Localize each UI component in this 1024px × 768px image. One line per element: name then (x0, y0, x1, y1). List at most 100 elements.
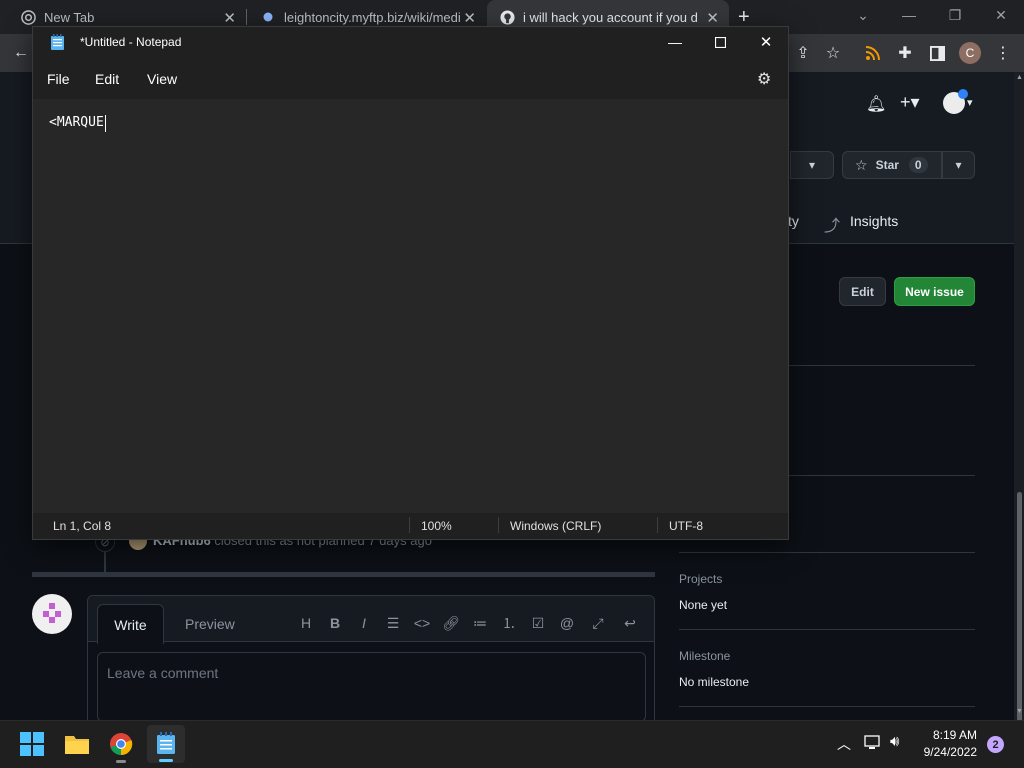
sidebar-divider (679, 706, 975, 707)
reference-icon[interactable]: ⤢ (587, 612, 609, 634)
file-explorer-icon[interactable] (64, 733, 90, 755)
tab-label: i will hack you account if you dor (523, 9, 698, 25)
task-list-icon[interactable]: ☑ (527, 612, 549, 634)
preview-tab[interactable]: Preview (185, 616, 235, 632)
close-window-icon[interactable]: ✕ (978, 0, 1024, 30)
tab-search-chevron-icon[interactable]: ⌄ (840, 0, 886, 30)
notepad-content: <MARQUE (49, 115, 104, 130)
minimize-icon[interactable]: — (886, 0, 932, 30)
clock-date[interactable]: 9/24/2022 (915, 745, 977, 759)
star-button[interactable]: ☆ Star 0 (842, 151, 942, 179)
quote-icon[interactable]: ☰ (382, 612, 404, 634)
status-encoding: UTF-8 (669, 519, 703, 533)
scroll-up-arrow-icon[interactable]: ▲ (1016, 74, 1023, 81)
start-windows-icon[interactable] (20, 732, 44, 756)
status-line-ending: Windows (CRLF) (510, 519, 602, 533)
new-issue-button[interactable]: New issue (894, 277, 975, 306)
github-icon (499, 9, 515, 25)
watch-dropdown-button[interactable]: ▾ (790, 151, 834, 179)
edit-issue-button[interactable]: Edit (839, 277, 886, 306)
notepad-title: *Untitled - Notepad (80, 35, 182, 49)
star-label: Star (875, 158, 899, 172)
notepad-taskbar-button[interactable] (147, 725, 185, 763)
bulleted-list-icon[interactable]: ≔ (469, 612, 491, 634)
create-plus-dropdown-icon[interactable]: +▾ (900, 92, 920, 113)
back-arrow-icon[interactable]: ← (10, 42, 32, 64)
extensions-puzzle-icon[interactable]: ✚ (894, 42, 916, 64)
restore-icon[interactable]: ❐ (932, 0, 978, 30)
page-scrollbar[interactable]: ▲ ▼ (1014, 72, 1024, 722)
status-divider (657, 517, 658, 533)
notepad-minimize-icon[interactable]: — (661, 30, 689, 54)
chrome-taskbar-icon[interactable] (109, 732, 133, 756)
write-tab[interactable]: Write (97, 604, 164, 644)
sidebar-divider (679, 629, 975, 630)
notification-badge[interactable]: 2 (987, 736, 1004, 753)
italic-icon[interactable]: I (353, 612, 375, 634)
notepad-app-icon (51, 34, 64, 50)
milestone-value: No milestone (679, 675, 750, 689)
menu-view[interactable]: View (147, 71, 177, 87)
status-zoom: 100% (421, 519, 452, 533)
heading-icon[interactable]: H (295, 612, 317, 634)
mention-icon[interactable]: @ (556, 612, 578, 634)
notepad-close-icon[interactable]: ✕ (752, 30, 780, 54)
notepad-text-area[interactable]: <MARQUE (33, 99, 788, 513)
text-cursor (105, 115, 106, 132)
bold-icon[interactable]: B (324, 612, 346, 634)
commenter-avatar[interactable] (32, 594, 72, 634)
notepad-title-bar[interactable]: *Untitled - Notepad — ✕ (33, 27, 788, 57)
close-tab-icon[interactable]: ✕ (463, 9, 476, 27)
user-avatar[interactable] (943, 89, 968, 114)
network-icon[interactable] (864, 735, 882, 751)
clock-time[interactable]: 8:19 AM (915, 728, 977, 742)
site-globe-icon (260, 9, 276, 25)
notepad-maximize-icon[interactable] (706, 30, 734, 54)
avatar-dropdown-icon[interactable]: ▾ (967, 96, 973, 109)
status-divider (409, 517, 410, 533)
link-icon[interactable]: 🔗︎ (440, 612, 462, 634)
notepad-settings-gear-icon[interactable]: ⚙ (757, 69, 771, 89)
saved-replies-icon[interactable]: ↩ (619, 612, 641, 634)
star-icon: ☆ (855, 156, 868, 173)
close-tab-icon[interactable]: ✕ (706, 9, 719, 27)
notifications-bell-icon[interactable]: 🔔︎ (866, 94, 886, 114)
close-tab-icon[interactable]: ✕ (223, 9, 236, 27)
running-indicator (116, 760, 126, 763)
nav-insights[interactable]: Insights (850, 213, 898, 229)
numbered-list-icon[interactable]: ⒈ (498, 612, 520, 634)
sidebar-divider (679, 552, 975, 553)
timeline-end-divider (32, 572, 655, 577)
side-panel-icon[interactable] (926, 42, 948, 64)
notepad-window: *Untitled - Notepad — ✕ File Edit View ⚙… (32, 26, 789, 540)
status-position: Ln 1, Col 8 (53, 519, 112, 533)
projects-label[interactable]: Projects (679, 572, 722, 586)
notepad-taskbar-icon (156, 732, 176, 759)
rss-icon[interactable] (862, 42, 884, 64)
projects-value: None yet (679, 598, 728, 612)
notepad-status-bar: Ln 1, Col 8 100% Windows (CRLF) UTF-8 (33, 513, 788, 539)
scrollbar-thumb[interactable] (1017, 492, 1022, 722)
menu-edit[interactable]: Edit (95, 71, 119, 87)
tab-label: leightoncity.myftp.biz/wiki/medi (284, 9, 461, 25)
chrome-menu-kebab-icon[interactable]: ⋮ (992, 42, 1014, 64)
share-icon[interactable]: ⇪ (792, 42, 814, 64)
active-indicator (159, 759, 173, 762)
status-divider (498, 517, 499, 533)
comment-textarea[interactable]: Leave a comment (97, 652, 646, 722)
menu-file[interactable]: File (47, 71, 70, 87)
comment-placeholder: Leave a comment (107, 665, 219, 681)
star-dropdown-button[interactable]: ▾ (942, 151, 975, 179)
tray-chevron-up-icon[interactable]: ︿ (837, 734, 851, 754)
tab-label: New Tab (44, 9, 95, 25)
milestone-label[interactable]: Milestone (679, 649, 730, 663)
star-count: 0 (908, 157, 928, 173)
nav-security-partial[interactable]: ty (788, 213, 799, 229)
chrome-icon (20, 9, 36, 25)
graph-icon: ⤴ (824, 218, 841, 235)
bookmark-star-icon[interactable]: ☆ (822, 42, 844, 64)
profile-avatar[interactable]: C (959, 42, 981, 64)
volume-icon[interactable]: 🔊︎ (890, 733, 899, 750)
scroll-down-arrow-icon[interactable]: ▼ (1016, 708, 1023, 715)
code-icon[interactable]: <> (411, 612, 433, 634)
